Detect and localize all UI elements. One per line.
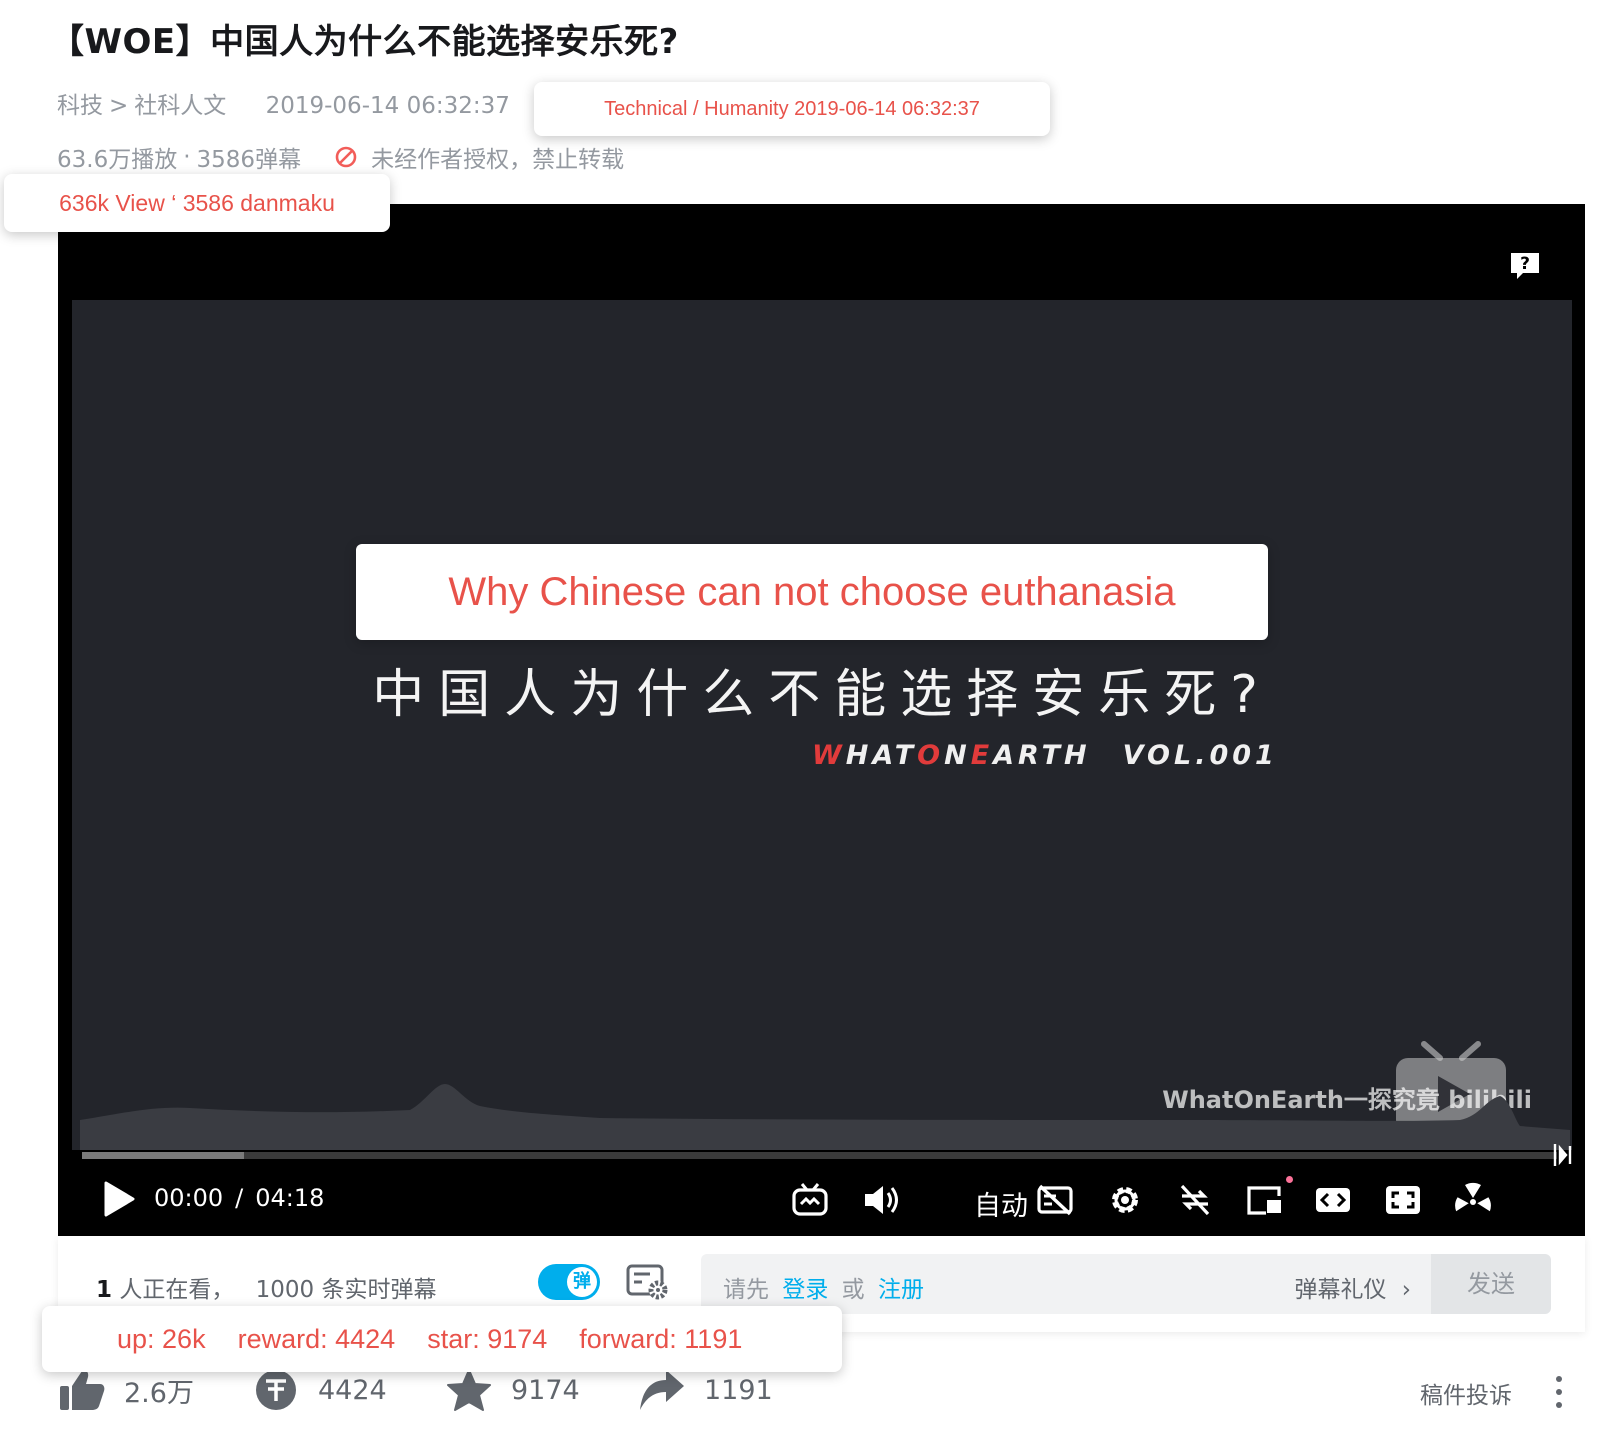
video-title: 【WOE】中国人为什么不能选择安乐死? — [50, 22, 679, 62]
danmaku-toggle[interactable]: 弹 — [538, 1264, 600, 1300]
danmaku-off-icon[interactable] — [1036, 1182, 1074, 1218]
video-frame[interactable]: 中国人为什么不能选择安乐死? WHATONEARTH VOL.001 WhatOn… — [72, 300, 1572, 1150]
share-button[interactable]: 1191 — [638, 1368, 773, 1412]
frame-brand: WHATONEARTH VOL.001 — [812, 740, 1278, 771]
input-prefix: 请先 — [723, 1277, 769, 1303]
loop-off-icon[interactable] — [1176, 1182, 1214, 1218]
live-danmaku-count: 1000 — [255, 1277, 315, 1303]
widescreen-icon[interactable] — [1314, 1182, 1352, 1218]
copyright-notice: 未经作者授权，禁止转载 — [335, 140, 624, 174]
frame-volume: VOL.001 — [1122, 740, 1278, 771]
danmaku-input[interactable]: 请先 登录 或 注册 弹幕礼仪 › — [701, 1254, 1431, 1314]
brand-n: N — [944, 740, 971, 771]
frame-title: 中国人为什么不能选择安乐死? — [372, 665, 1272, 725]
send-danmaku-button[interactable]: 发送 — [1431, 1254, 1551, 1314]
quality-selector[interactable]: 自动 — [974, 1184, 1028, 1223]
login-link[interactable]: 登录 — [782, 1277, 828, 1303]
video-stats-row: 63.6万播放 · 3586弹幕 未经作者授权，禁止转载 — [57, 140, 624, 174]
thumbs-up-icon — [60, 1370, 105, 1410]
favorite-button[interactable]: 9174 — [445, 1368, 580, 1412]
register-link[interactable]: 注册 — [878, 1277, 924, 1303]
progress-buffered — [82, 1152, 245, 1159]
annotation-star: star: 9174 — [427, 1323, 548, 1354]
duration: 04:18 — [255, 1184, 325, 1212]
time-display: 00:00 / 04:18 — [154, 1184, 324, 1212]
progress-bar[interactable] — [82, 1152, 1557, 1159]
category-separator: > — [109, 93, 129, 119]
like-count: 2.6万 — [124, 1377, 194, 1409]
brand-hat: HAT — [845, 740, 918, 771]
favorite-count: 9174 — [511, 1374, 580, 1406]
picture-in-picture-icon[interactable] — [1246, 1176, 1293, 1218]
category-link[interactable]: 科技 — [57, 93, 103, 119]
danmaku-toggle-label: 弹 — [567, 1267, 597, 1297]
brand-o: O — [917, 740, 945, 771]
annotation-title: Why Chinese can not choose euthanasia — [356, 544, 1268, 640]
video-meta-row: 科技 > 社科人文 2019-06-14 06:32:37 — [57, 86, 510, 120]
danmaku-settings-icon[interactable] — [626, 1262, 670, 1302]
annotation-stats: up: 26k reward: 4424 star: 9174 forward:… — [42, 1306, 842, 1372]
coin-button[interactable]: 4424 — [252, 1368, 387, 1412]
svg-text:?: ? — [1520, 254, 1530, 274]
or-text: 或 — [841, 1277, 865, 1303]
danmaku-input-prompt: 请先 登录 或 注册 — [723, 1270, 924, 1304]
online-watching: 1 人正在看， 1000 条实时弹幕 — [96, 1270, 437, 1304]
star-icon — [447, 1369, 491, 1411]
like-button[interactable]: 2.6万 — [58, 1368, 194, 1412]
new-feature-dot — [1286, 1176, 1293, 1183]
fullscreen-icon[interactable] — [1454, 1182, 1492, 1218]
control-bar: 00:00 / 04:18 自动 — [58, 1164, 1585, 1236]
share-count: 1191 — [704, 1374, 773, 1406]
danmaku-density-wave — [80, 1084, 1570, 1150]
subcategory-link[interactable]: 社科人文 — [134, 93, 226, 119]
annotation-forward: forward: 1191 — [579, 1323, 743, 1354]
publish-date: 2019-06-14 06:32:37 — [265, 93, 510, 119]
more-vertical-icon[interactable] — [1554, 1374, 1564, 1410]
help-icon[interactable]: ? — [1509, 250, 1541, 282]
share-arrow-icon — [640, 1370, 684, 1410]
brand-arth: ARTH — [993, 740, 1091, 771]
online-text: 人正在看， — [119, 1277, 235, 1303]
video-player[interactable]: ? 中国人为什么不能选择安乐死? WHATONEARTH VOL.001 What… — [58, 204, 1585, 1236]
current-time: 00:00 — [154, 1184, 224, 1212]
annotation-views: 636k View ‘ 3586 danmaku — [4, 174, 390, 232]
danmaku-count: 3586弹幕 — [196, 147, 302, 173]
brand-e: E — [970, 740, 994, 771]
annotation-meta: Technical / Humanity 2019-06-14 06:32:37 — [534, 82, 1050, 136]
live-danmaku-text: 条实时弹幕 — [321, 1277, 437, 1303]
settings-gear-icon[interactable] — [1106, 1182, 1144, 1218]
no-reprint-icon — [335, 146, 357, 168]
report-link[interactable]: 稿件投诉 — [1420, 1376, 1512, 1410]
brand-w: W — [812, 740, 846, 771]
coin-icon — [256, 1370, 296, 1410]
online-count: 1 — [96, 1277, 113, 1303]
web-fullscreen-icon[interactable] — [1384, 1182, 1422, 1218]
play-icon[interactable] — [102, 1180, 136, 1218]
annotation-up: up: 26k — [117, 1323, 206, 1354]
action-toolbar: 2.6万 4424 9174 1191 稿件投诉 — [58, 1368, 1598, 1420]
annotation-reward: reward: 4424 — [237, 1323, 396, 1354]
stats-separator: · — [183, 144, 191, 170]
view-count: 63.6万播放 — [57, 147, 178, 173]
tv-mode-icon[interactable] — [791, 1182, 829, 1218]
danmaku-etiquette-link[interactable]: 弹幕礼仪 › — [1294, 1270, 1411, 1304]
volume-icon[interactable] — [862, 1182, 900, 1218]
etiquette-label: 弹幕礼仪 — [1294, 1277, 1387, 1303]
copyright-text: 未经作者授权，禁止转载 — [371, 147, 625, 173]
coin-count: 4424 — [318, 1374, 387, 1406]
chevron-right-icon: › — [1401, 1277, 1411, 1303]
time-separator: / — [235, 1184, 244, 1212]
